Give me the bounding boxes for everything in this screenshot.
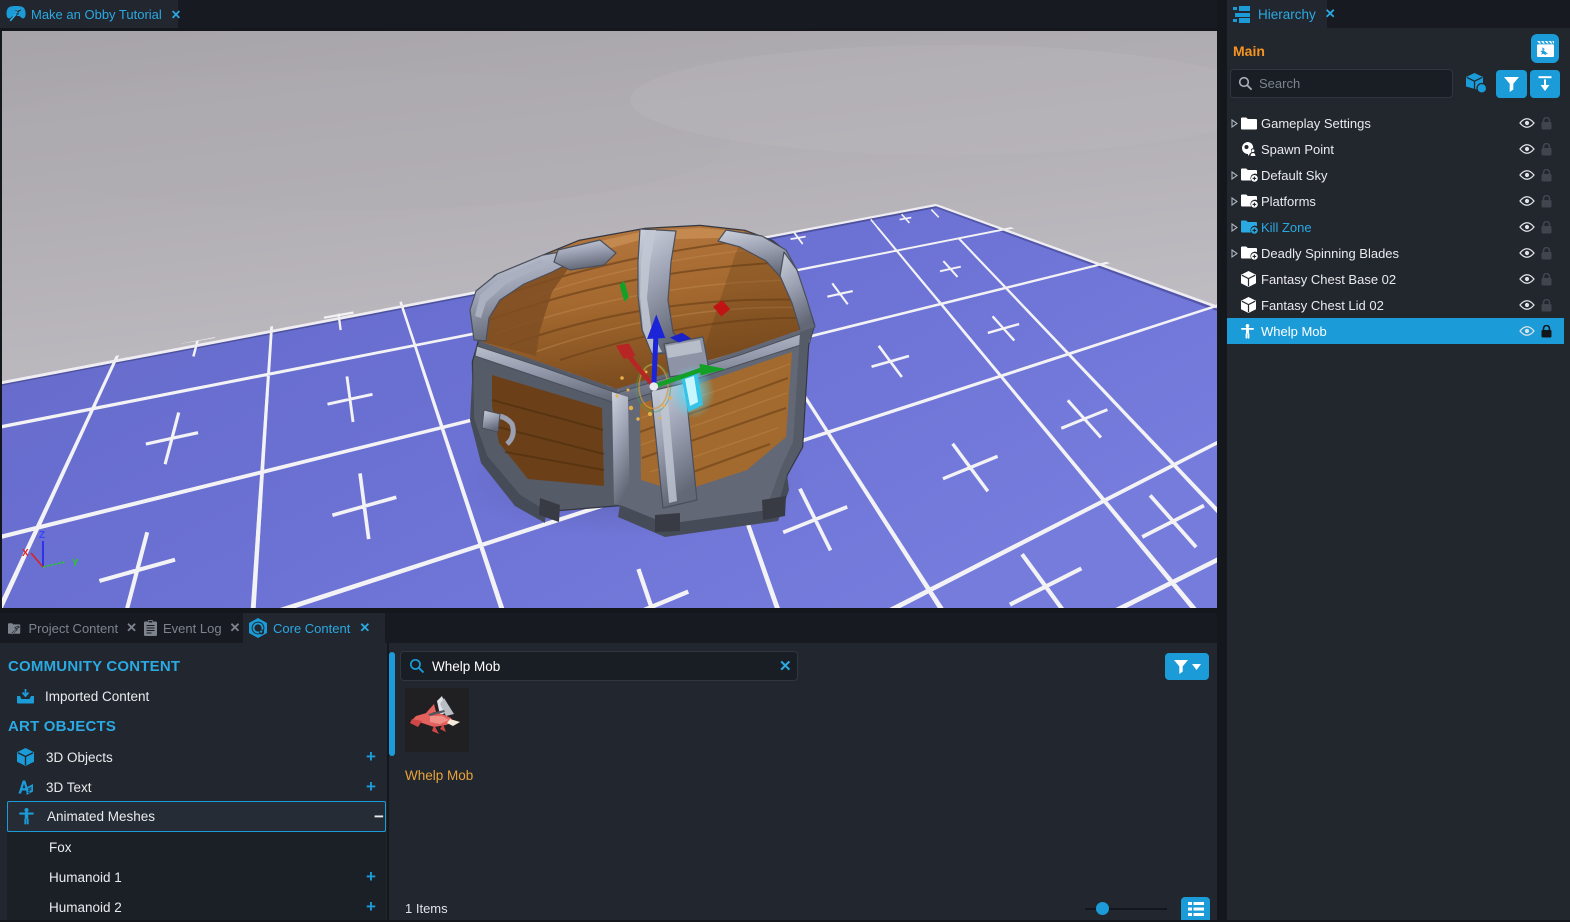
svg-text:Z: Z	[39, 530, 45, 541]
svg-text:X: X	[22, 548, 29, 559]
svg-text:Y: Y	[72, 558, 79, 569]
